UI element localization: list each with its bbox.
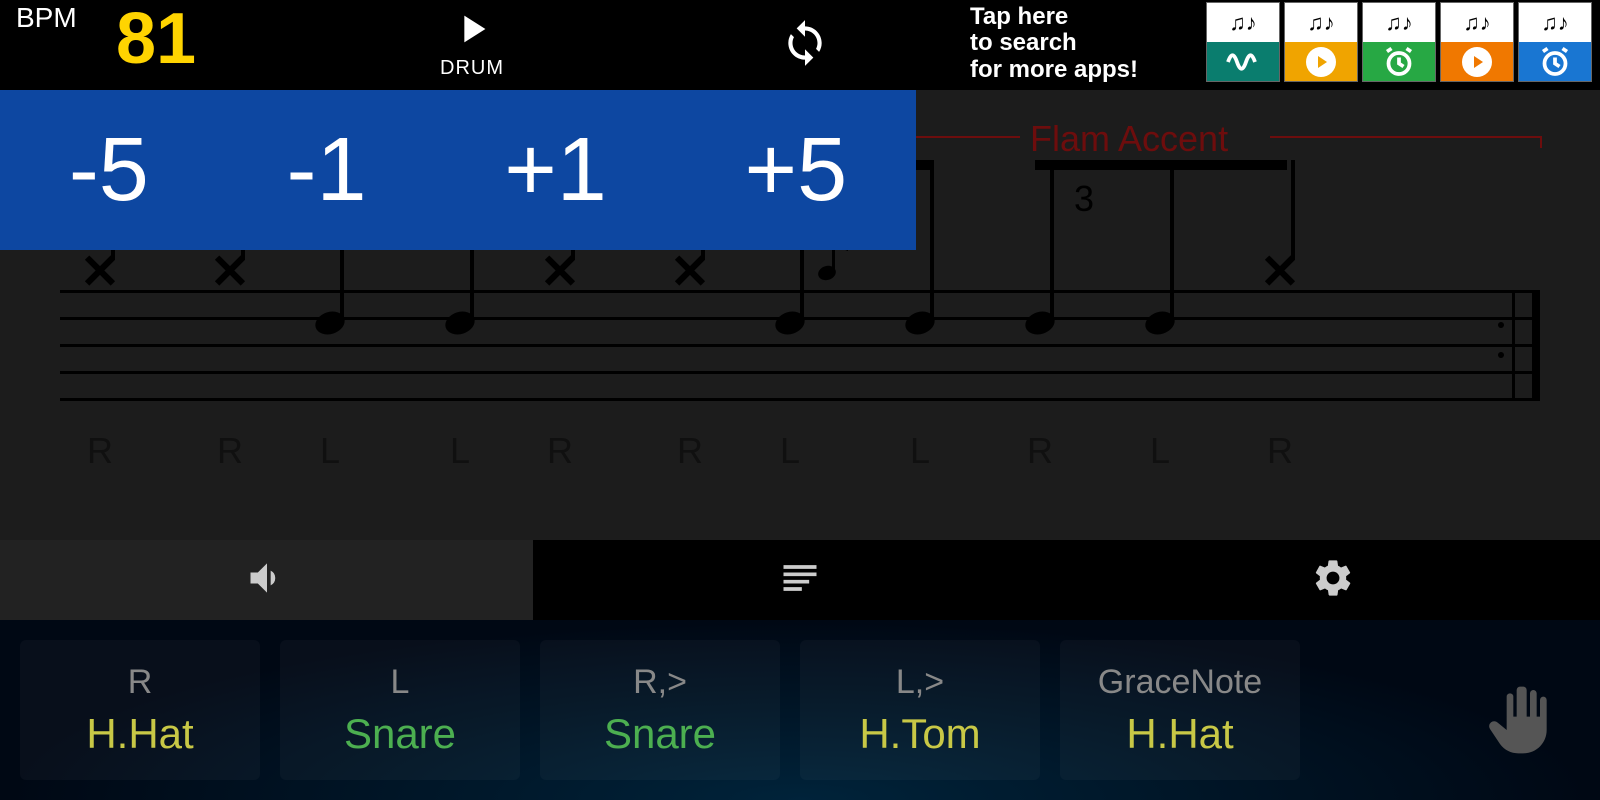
tab-list[interactable] bbox=[533, 540, 1066, 620]
pad-top-label: GraceNote bbox=[1098, 663, 1262, 702]
pad-bottom-label: Snare bbox=[344, 710, 456, 758]
pad-4[interactable]: GraceNote H.Hat bbox=[1060, 640, 1300, 780]
hand-icon[interactable] bbox=[1480, 680, 1560, 765]
bpm-plus-5-button[interactable]: +5 bbox=[745, 119, 848, 222]
sticking-letter: R bbox=[217, 430, 243, 472]
tab-sound[interactable] bbox=[0, 540, 533, 620]
pad-3[interactable]: L,> H.Tom bbox=[800, 640, 1040, 780]
bpm-minus-1-button[interactable]: -1 bbox=[287, 119, 367, 222]
volume-icon bbox=[245, 556, 289, 605]
sticking-letter: R bbox=[677, 430, 703, 472]
pad-top-label: R bbox=[128, 663, 153, 702]
bpm-value[interactable]: 81 bbox=[116, 0, 196, 80]
ad-banner[interactable]: Tap here to search for more apps! bbox=[970, 4, 1138, 83]
section-title: Flam Accent bbox=[1030, 118, 1228, 160]
bpm-plus-1-button[interactable]: +1 bbox=[504, 119, 607, 222]
top-bar: BPM 81 DRUM Tap here to search for more … bbox=[0, 0, 1600, 90]
loop-button[interactable] bbox=[780, 18, 830, 73]
triplet-label: 3 bbox=[1074, 178, 1094, 220]
gear-icon bbox=[1311, 556, 1355, 605]
tab-bar bbox=[0, 540, 1600, 620]
sticking-letter: R bbox=[1027, 430, 1053, 472]
beam bbox=[1035, 160, 1287, 170]
tab-settings[interactable] bbox=[1067, 540, 1600, 620]
list-icon bbox=[778, 556, 822, 605]
sticking-letter: L bbox=[780, 430, 800, 472]
sticking-letter: R bbox=[1267, 430, 1293, 472]
pad-bottom-label: Snare bbox=[604, 710, 716, 758]
pad-2[interactable]: R,> Snare bbox=[540, 640, 780, 780]
sticking-letter: R bbox=[547, 430, 573, 472]
section-bracket bbox=[1270, 136, 1542, 138]
pad-top-label: R,> bbox=[633, 663, 687, 702]
pad-bottom-label: H.Hat bbox=[1126, 710, 1233, 758]
pad-top-label: L,> bbox=[896, 663, 944, 702]
play-button[interactable]: DRUM bbox=[440, 6, 504, 80]
pad-bottom-label: H.Hat bbox=[86, 710, 193, 758]
app-icon-2[interactable]: ♫♪ bbox=[1362, 2, 1436, 82]
pad-top-label: L bbox=[391, 663, 410, 702]
bpm-label: BPM bbox=[16, 2, 77, 34]
bpm-adjust-popup: -5 -1 +1 +5 bbox=[0, 90, 916, 250]
bpm-minus-5-button[interactable]: -5 bbox=[69, 119, 149, 222]
sticking-letter: R bbox=[87, 430, 113, 472]
sticking-letter: L bbox=[1150, 430, 1170, 472]
pads-row: R H.Hat L Snare R,> Snare L,> H.Tom GraceNote H.H… bbox=[0, 620, 1600, 800]
pad-0[interactable]: R H.Hat bbox=[20, 640, 260, 780]
app-icon-0[interactable]: ♫♪ bbox=[1206, 2, 1280, 82]
sticking-letter: L bbox=[320, 430, 340, 472]
section-bracket bbox=[1540, 136, 1542, 148]
sticking-letter: L bbox=[450, 430, 470, 472]
end-barline bbox=[1512, 290, 1540, 398]
pad-bottom-label: H.Tom bbox=[859, 710, 980, 758]
app-icons-row: ♫♪♫♪♫♪♫♪♫♪ bbox=[1206, 2, 1592, 82]
pad-1[interactable]: L Snare bbox=[280, 640, 520, 780]
app-icon-4[interactable]: ♫♪ bbox=[1518, 2, 1592, 82]
play-label: DRUM bbox=[440, 57, 504, 80]
sticking-letter: L bbox=[910, 430, 930, 472]
play-icon bbox=[440, 6, 504, 57]
app-icon-3[interactable]: ♫♪ bbox=[1440, 2, 1514, 82]
app-icon-1[interactable]: ♫♪ bbox=[1284, 2, 1358, 82]
